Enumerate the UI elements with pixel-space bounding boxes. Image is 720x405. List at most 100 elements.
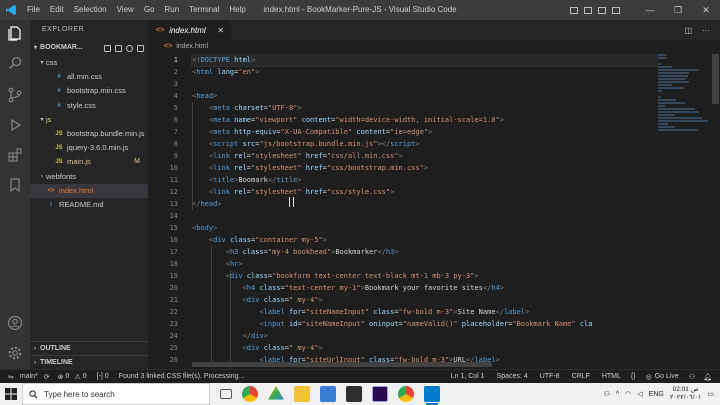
code-line[interactable]: <script src="js/bootstrap.bundle.min.js"… <box>192 138 658 150</box>
error-icon[interactable]: ⊗ <box>58 373 64 381</box>
tab-index-html[interactable]: <> index.html ✕ <box>148 20 230 40</box>
line-ending[interactable]: CRLF <box>572 373 590 380</box>
windows-start-icon[interactable] <box>0 383 22 405</box>
accounts-icon[interactable]: ⚇ <box>689 373 695 381</box>
wifi-icon[interactable]: ◠ <box>625 390 631 398</box>
notifications-icon[interactable]: 🔔︎ <box>703 373 712 381</box>
new-file-icon[interactable] <box>104 44 111 52</box>
keyboard-language[interactable]: ENG <box>649 391 664 398</box>
menu-view[interactable]: View <box>112 0 139 20</box>
drive-icon[interactable] <box>268 386 284 400</box>
menu-terminal[interactable]: Terminal <box>184 0 224 20</box>
tree-item[interactable]: JS main.js M <box>30 155 148 169</box>
menu-file[interactable]: File <box>22 0 45 20</box>
search-icon[interactable] <box>6 54 24 72</box>
tree-item[interactable]: <> index.html <box>30 183 148 198</box>
minimize-button[interactable]: — <box>636 0 664 20</box>
explorer-icon[interactable] <box>6 24 24 42</box>
code-line[interactable]: <meta http-equiv="X-UA-Compatible" conte… <box>192 126 658 138</box>
toggle-secondary-sidebar-icon[interactable] <box>598 6 606 14</box>
close-tab-icon[interactable]: ✕ <box>217 26 224 35</box>
timeline-section[interactable]: › TIMELINE <box>30 355 148 369</box>
code-editor[interactable]: 1 2 3 4 5 6 7 8 9 10 11 12 13 14 15 16 17 18 19 20 21 22 23 24 2… <box>148 54 658 366</box>
branch-name[interactable]: main* <box>20 373 38 380</box>
tree-item[interactable]: # style.css <box>30 99 148 113</box>
code-line[interactable]: </div> <box>192 330 658 342</box>
tree-item[interactable]: ▾ js <box>30 113 148 127</box>
code-line[interactable]: </head> <box>192 198 658 210</box>
broadcast-icon[interactable]: ◎ <box>646 373 652 381</box>
tree-item[interactable]: ▾ css <box>30 56 148 70</box>
breadcrumb-file[interactable]: index.html <box>176 43 208 50</box>
bookmarks-icon[interactable] <box>6 176 24 194</box>
chrome-icon[interactable] <box>242 386 258 402</box>
notification-center-icon[interactable]: ▭ <box>707 390 714 398</box>
language-mode[interactable]: HTML <box>602 373 621 380</box>
account-icon[interactable] <box>6 314 24 332</box>
ports-indicator[interactable]: [-] 0 <box>97 373 109 380</box>
code-line[interactable]: <meta charset="UTF-8"> <box>192 102 658 114</box>
task-view-icon[interactable] <box>220 389 232 399</box>
clock[interactable]: 02:01 ص ٢٠٢٢/٠٦/٠١ <box>670 386 702 402</box>
code-line[interactable]: <h3 class="my-4 bookhead">Bookmarker</h3… <box>192 246 658 258</box>
warning-icon[interactable]: ⚠ <box>74 373 80 381</box>
tree-item[interactable]: › webfonts <box>30 170 148 184</box>
encoding[interactable]: UTF-8 <box>540 373 560 380</box>
volume-icon[interactable]: ◁ <box>637 390 642 398</box>
remote-icon[interactable]: ⇋ <box>8 373 14 381</box>
vertical-scrollbar[interactable] <box>711 54 720 366</box>
menu-run[interactable]: Run <box>159 0 184 20</box>
menu-selection[interactable]: Selection <box>69 0 112 20</box>
customize-layout-icon[interactable] <box>612 6 620 14</box>
tree-item[interactable]: JS jquery-3.6.0.min.js <box>30 141 148 155</box>
code-line[interactable]: <hr> <box>192 258 658 270</box>
indentation[interactable]: Spaces: 4 <box>497 373 528 380</box>
code-line[interactable]: <label for="siteNameInput" class="fw-bol… <box>192 306 658 318</box>
vscode-taskbar-icon[interactable] <box>424 386 440 405</box>
split-editor-icon[interactable]: ◫ <box>684 26 692 35</box>
store-icon[interactable] <box>320 386 336 402</box>
code-line[interactable]: <link rel="stylesheet" href="css/bootstr… <box>192 162 658 174</box>
tree-item[interactable]: # bootstrap.min.css <box>30 84 148 98</box>
menu-go[interactable]: Go <box>139 0 160 20</box>
code-line[interactable]: <meta name="viewport" content="width=dev… <box>192 114 658 126</box>
app-icon[interactable] <box>346 386 362 402</box>
tree-item[interactable]: # all.min.css <box>30 70 148 84</box>
code-line[interactable]: <div class=" my-4"> <box>192 342 658 354</box>
new-folder-icon[interactable] <box>115 44 122 52</box>
run-debug-icon[interactable] <box>6 116 24 134</box>
horizontal-scrollbar[interactable] <box>192 362 492 367</box>
code-line[interactable] <box>192 210 658 222</box>
code-line[interactable]: <link rel="stylesheet" href="css/style.c… <box>192 186 658 198</box>
sync-icon[interactable]: ⟳ <box>44 373 50 381</box>
toggle-panel-icon[interactable] <box>584 6 592 14</box>
more-actions-icon[interactable]: ··· <box>702 26 710 35</box>
code-line[interactable]: <html lang="en"> <box>192 66 658 78</box>
menu-edit[interactable]: Edit <box>45 0 69 20</box>
code-line[interactable]: <h4 class="text-center my-1">Bookmark yo… <box>192 282 658 294</box>
collapse-all-icon[interactable] <box>137 44 144 52</box>
chrome-profile-icon[interactable] <box>398 386 414 402</box>
people-icon[interactable]: ⚇ <box>604 390 610 398</box>
source-control-icon[interactable] <box>6 86 24 104</box>
maximize-button[interactable]: ❐ <box>664 0 692 20</box>
refresh-icon[interactable] <box>126 44 133 52</box>
code-line[interactable]: <title>Boomark</title> <box>192 174 658 186</box>
code-line[interactable]: <input id="siteNameInput" oninput="nameV… <box>192 318 658 330</box>
cursor-position[interactable]: Ln 1, Col 1 <box>451 373 485 380</box>
tree-item[interactable]: i README.md <box>30 198 148 212</box>
code-line[interactable]: <head> <box>192 90 658 102</box>
minimap[interactable] <box>658 54 710 164</box>
code-line[interactable]: <!DOCTYPE html> <box>191 54 658 67</box>
code-line[interactable]: <div class="container my-5"> <box>192 234 658 246</box>
project-section[interactable]: ▾ BOOKMAR... <box>30 40 148 56</box>
premiere-icon[interactable] <box>372 386 388 402</box>
file-explorer-icon[interactable] <box>294 386 310 402</box>
close-window-button[interactable]: ✕ <box>692 0 720 20</box>
outline-section[interactable]: › OUTLINE <box>30 341 148 355</box>
menu-help[interactable]: Help <box>224 0 250 20</box>
chevron-up-icon[interactable]: ^ <box>616 391 619 398</box>
braces-icon[interactable]: {} <box>631 373 636 380</box>
go-live-button[interactable]: Go Live <box>655 373 679 380</box>
code-line[interactable]: <div class=" my-4"> <box>192 294 658 306</box>
